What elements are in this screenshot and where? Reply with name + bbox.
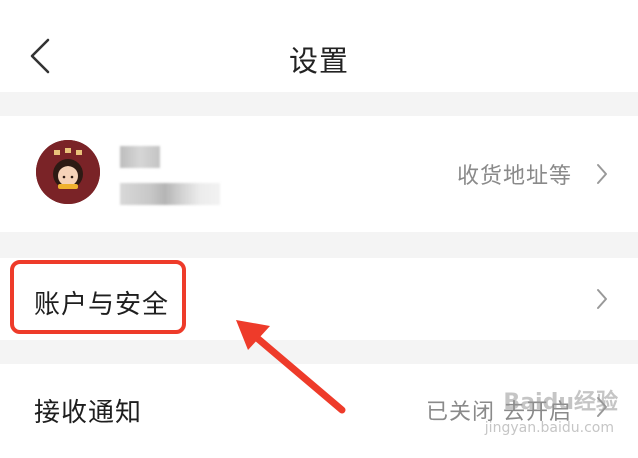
page-title: 设置 (288, 44, 349, 78)
notification-label: 接收通知 (34, 398, 143, 428)
highlight-box (10, 260, 186, 334)
chevron-right-icon (597, 164, 607, 184)
profile-row[interactable]: 收货地址等 (0, 116, 638, 232)
avatar (36, 140, 100, 204)
watermark-url: jingyan.baidu.com (484, 420, 614, 436)
nav-bar: 设置 (0, 0, 638, 92)
red-arrow-icon (236, 320, 346, 414)
blurred-user-id (120, 183, 220, 205)
profile-right-text: 收货地址等 (456, 164, 572, 189)
watermark-brand: Baidu经验 (503, 390, 618, 415)
chevron-right-icon (597, 289, 607, 309)
blurred-username (120, 146, 160, 168)
avatar-illustration-icon (36, 140, 100, 204)
